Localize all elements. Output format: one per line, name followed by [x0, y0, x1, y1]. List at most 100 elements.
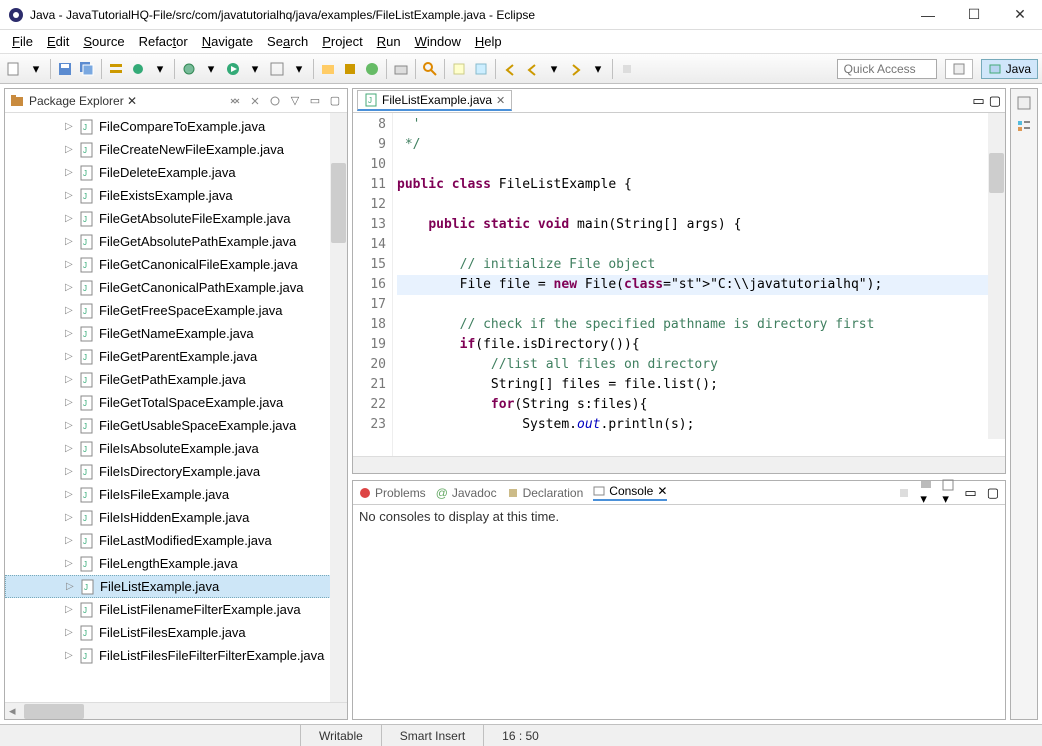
maximize-button[interactable]: ☐	[960, 5, 988, 25]
expand-icon[interactable]: ▷	[65, 558, 77, 569]
tab-javadoc[interactable]: @ Javadoc	[436, 486, 497, 500]
tree-file-item[interactable]: ▷JFileGetAbsolutePathExample.java	[5, 230, 347, 253]
tree-file-item[interactable]: ▷JFileListFilenameFilterExample.java	[5, 598, 347, 621]
tree-file-item[interactable]: ▷JFileGetFreeSpaceExample.java	[5, 299, 347, 322]
expand-icon[interactable]: ▷	[65, 466, 77, 477]
expand-icon[interactable]: ▷	[65, 259, 77, 270]
expand-icon[interactable]: ▷	[65, 443, 77, 454]
tree-file-item[interactable]: ▷JFileListExample.java	[5, 575, 347, 598]
tree-file-item[interactable]: ▷JFileCreateNewFileExample.java	[5, 138, 347, 161]
tree-file-item[interactable]: ▷JFileDeleteExample.java	[5, 161, 347, 184]
menu-help[interactable]: Help	[469, 32, 508, 51]
debug-dropdown[interactable]: ▾	[201, 59, 221, 79]
file-tree[interactable]: ▷JFileCompareToExample.java▷JFileCreateN…	[5, 113, 347, 702]
tree-vertical-scrollbar[interactable]	[330, 113, 347, 702]
restore-view-button[interactable]	[1016, 95, 1032, 111]
expand-icon[interactable]: ▷	[65, 397, 77, 408]
collapse-all-button[interactable]	[227, 93, 243, 109]
menu-source[interactable]: Source	[77, 32, 130, 51]
menu-navigate[interactable]: Navigate	[196, 32, 259, 51]
expand-icon[interactable]: ▷	[65, 328, 77, 339]
search-button[interactable]	[420, 59, 440, 79]
editor-tab-active[interactable]: J FileListExample.java ✕	[357, 90, 512, 111]
focus-task-button[interactable]	[267, 93, 283, 109]
menu-refactor[interactable]: Refactor	[133, 32, 194, 51]
new-java-project-button[interactable]	[318, 59, 338, 79]
tree-file-item[interactable]: ▷JFileGetAbsoluteFileExample.java	[5, 207, 347, 230]
debug-button[interactable]	[179, 59, 199, 79]
console-open-button[interactable]: ▾	[942, 479, 954, 507]
expand-icon[interactable]: ▷	[65, 236, 77, 247]
tree-file-item[interactable]: ▷JFileGetTotalSpaceExample.java	[5, 391, 347, 414]
last-edit-button[interactable]	[500, 59, 520, 79]
tab-declaration[interactable]: Declaration	[507, 486, 584, 500]
close-tab-button[interactable]: ✕	[496, 94, 505, 107]
minimize-pane-button[interactable]: ▭	[307, 93, 323, 109]
link-editor-button[interactable]	[247, 93, 263, 109]
build-button[interactable]: ▾	[150, 59, 170, 79]
console-minimize-button[interactable]: ▭	[964, 485, 976, 501]
expand-icon[interactable]: ▷	[65, 512, 77, 523]
console-display-button[interactable]: ▾	[920, 479, 932, 507]
back-dropdown[interactable]: ▾	[544, 59, 564, 79]
skip-breakpoints-button[interactable]	[128, 59, 148, 79]
tree-file-item[interactable]: ▷JFileListFilesFileFilterFilterExample.j…	[5, 644, 347, 667]
back-button[interactable]	[522, 59, 542, 79]
tree-file-item[interactable]: ▷JFileIsFileExample.java	[5, 483, 347, 506]
tree-file-item[interactable]: ▷JFileGetUsableSpaceExample.java	[5, 414, 347, 437]
run-button[interactable]	[223, 59, 243, 79]
expand-icon[interactable]: ▷	[65, 535, 77, 546]
tree-file-item[interactable]: ▷JFileIsHiddenExample.java	[5, 506, 347, 529]
editor-vertical-scrollbar[interactable]	[988, 113, 1005, 439]
expand-icon[interactable]: ▷	[66, 581, 78, 592]
tree-file-item[interactable]: ▷JFileListFilesExample.java	[5, 621, 347, 644]
expand-icon[interactable]: ▷	[65, 650, 77, 661]
close-button[interactable]: ✕	[1006, 5, 1034, 25]
coverage-button[interactable]	[267, 59, 287, 79]
forward-button[interactable]	[566, 59, 586, 79]
editor-body[interactable]: 891011121314151617181920212223 ' */ publ…	[353, 113, 1005, 456]
console-pin-button[interactable]	[898, 487, 910, 499]
expand-icon[interactable]: ▷	[65, 167, 77, 178]
menu-window[interactable]: Window	[409, 32, 467, 51]
editor-minimize-button[interactable]: ▭	[972, 93, 984, 109]
expand-icon[interactable]: ▷	[65, 121, 77, 132]
menu-project[interactable]: Project	[316, 32, 368, 51]
code-area[interactable]: ' */ public class FileListExample { publ…	[393, 113, 1005, 456]
tree-file-item[interactable]: ▷JFileGetNameExample.java	[5, 322, 347, 345]
expand-icon[interactable]: ▷	[65, 627, 77, 638]
new-package-button[interactable]	[340, 59, 360, 79]
tree-file-item[interactable]: ▷JFileCompareToExample.java	[5, 115, 347, 138]
expand-icon[interactable]: ▷	[65, 190, 77, 201]
outline-view-button[interactable]	[1016, 119, 1032, 135]
tree-file-item[interactable]: ▷JFileGetParentExample.java	[5, 345, 347, 368]
coverage-dropdown[interactable]: ▾	[289, 59, 309, 79]
expand-icon[interactable]: ▷	[65, 144, 77, 155]
new-class-button[interactable]	[362, 59, 382, 79]
tree-file-item[interactable]: ▷JFileIsDirectoryExample.java	[5, 460, 347, 483]
expand-icon[interactable]: ▷	[65, 282, 77, 293]
maximize-pane-button[interactable]: ▢	[327, 93, 343, 109]
tree-file-item[interactable]: ▷JFileExistsExample.java	[5, 184, 347, 207]
save-button[interactable]	[55, 59, 75, 79]
pin-button[interactable]	[617, 59, 637, 79]
line-gutter[interactable]: 891011121314151617181920212223	[353, 113, 393, 456]
save-all-button[interactable]	[77, 59, 97, 79]
tree-file-item[interactable]: ▷JFileLastModifiedExample.java	[5, 529, 347, 552]
tree-file-item[interactable]: ▷JFileGetCanonicalPathExample.java	[5, 276, 347, 299]
annotation-next-button[interactable]	[471, 59, 491, 79]
quick-access-input[interactable]	[837, 59, 937, 79]
expand-icon[interactable]: ▷	[65, 213, 77, 224]
menu-search[interactable]: Search	[261, 32, 314, 51]
open-perspective-button[interactable]	[945, 59, 973, 79]
tree-file-item[interactable]: ▷JFileIsAbsoluteExample.java	[5, 437, 347, 460]
forward-dropdown[interactable]: ▾	[588, 59, 608, 79]
expand-icon[interactable]: ▷	[65, 420, 77, 431]
toggle-breadcrumb-button[interactable]	[106, 59, 126, 79]
expand-icon[interactable]: ▷	[65, 489, 77, 500]
view-menu-button[interactable]: ▽	[287, 93, 303, 109]
menu-edit[interactable]: Edit	[41, 32, 75, 51]
tree-file-item[interactable]: ▷JFileLengthExample.java	[5, 552, 347, 575]
java-perspective-button[interactable]: Java	[981, 59, 1038, 79]
open-type-button[interactable]	[391, 59, 411, 79]
